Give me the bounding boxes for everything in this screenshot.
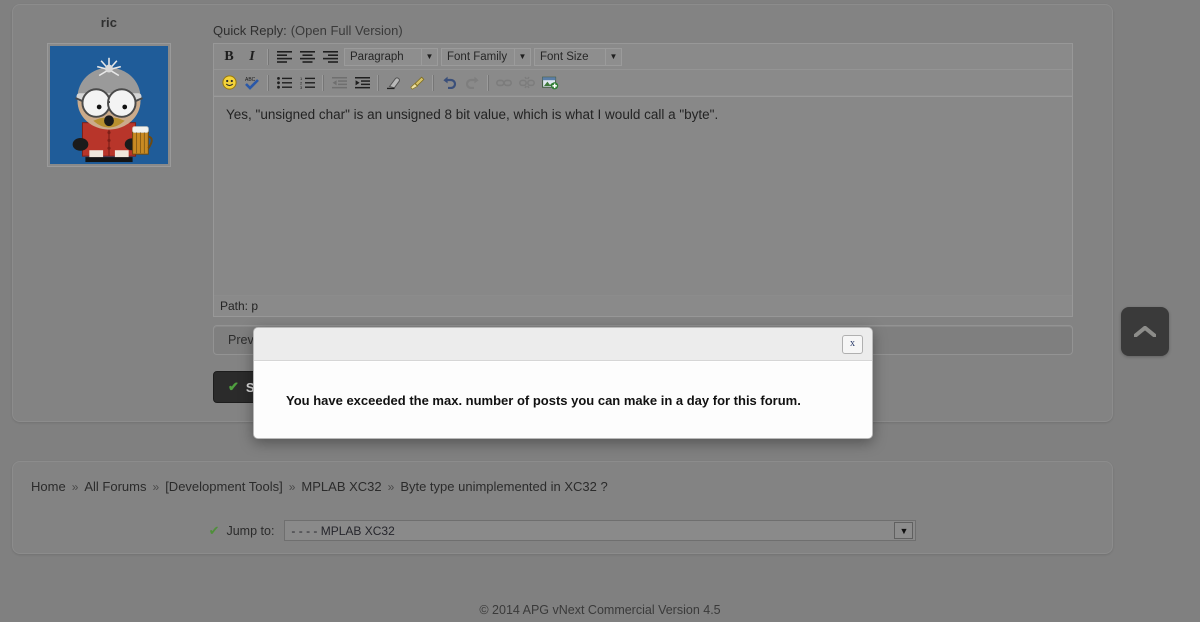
- redo-icon[interactable]: [461, 73, 483, 93]
- breadcrumb-item-development-tools[interactable]: [Development Tools]: [165, 479, 283, 494]
- toolbar-separator: [487, 75, 489, 91]
- quick-reply-label: Quick Reply:: [213, 23, 287, 38]
- chevron-down-icon: ▼: [894, 522, 913, 539]
- editor-content-text: Yes, "unsigned char" is an unsigned 8 bi…: [226, 107, 718, 122]
- link-icon[interactable]: [493, 73, 515, 93]
- font-size-value: Font Size: [535, 51, 594, 63]
- jump-to-row: ✔ Jump to: - - - - MPLAB XC32 ▼: [13, 520, 1112, 541]
- bullet-list-icon[interactable]: [273, 73, 295, 93]
- unlink-icon[interactable]: [516, 73, 538, 93]
- chevron-up-icon: [1134, 326, 1156, 337]
- author-column: ric: [33, 13, 185, 167]
- chevron-down-icon: ▼: [605, 49, 621, 65]
- breadcrumb-item-mplab-xc32[interactable]: MPLAB XC32: [301, 479, 381, 494]
- copyright-text: © 2014 APG vNext Commercial Version 4.5: [479, 603, 720, 617]
- font-family-select[interactable]: Font Family ▼: [441, 48, 531, 66]
- jump-to-select[interactable]: - - - - MPLAB XC32 ▼: [284, 520, 916, 541]
- copyright-footer: © 2014 APG vNext Commercial Version 4.5: [0, 603, 1200, 617]
- svg-text:3: 3: [300, 84, 303, 88]
- breadcrumb: Home » All Forums » [Development Tools] » MPLA…: [31, 479, 608, 494]
- paragraph-format-value: Paragraph: [345, 51, 409, 63]
- footer-nav-panel: Home » All Forums » [Development Tools] » MPLA…: [12, 461, 1113, 554]
- rich-text-editor: B I Paragraph ▼ Font Family ▼: [213, 43, 1073, 317]
- check-icon: ✔: [228, 379, 239, 395]
- insert-image-icon[interactable]: [539, 73, 561, 93]
- breadcrumb-separator: »: [72, 480, 79, 494]
- italic-icon[interactable]: I: [241, 47, 263, 67]
- modal-body: You have exceeded the max. number of pos…: [254, 361, 872, 439]
- bold-icon[interactable]: B: [218, 47, 240, 67]
- modal-header: x: [254, 328, 872, 361]
- scroll-to-top-button[interactable]: [1121, 307, 1169, 356]
- paragraph-format-select[interactable]: Paragraph ▼: [344, 48, 438, 66]
- breadcrumb-item-home[interactable]: Home: [31, 479, 66, 494]
- jump-to-label: Jump to:: [226, 524, 274, 538]
- align-left-icon[interactable]: [273, 47, 295, 67]
- remove-format-icon[interactable]: [383, 73, 405, 93]
- jump-check-icon: ✔: [209, 524, 220, 537]
- open-full-version-link[interactable]: (Open Full Version): [291, 23, 403, 38]
- emoticon-icon[interactable]: [218, 73, 240, 93]
- toolbar-separator: [377, 75, 379, 91]
- breadcrumb-separator: »: [153, 480, 160, 494]
- indent-icon[interactable]: [351, 73, 373, 93]
- breadcrumb-item-all-forums[interactable]: All Forums: [84, 479, 146, 494]
- close-icon[interactable]: x: [842, 335, 863, 354]
- toolbar-separator: [267, 75, 269, 91]
- quick-reply-header: Quick Reply: (Open Full Version): [213, 23, 403, 38]
- align-center-icon[interactable]: [296, 47, 318, 67]
- editor-path-value: Path: p: [220, 299, 258, 313]
- jump-to-selected-value: - - - - MPLAB XC32: [285, 524, 394, 538]
- avatar: [47, 43, 171, 167]
- editor-content-area[interactable]: Yes, "unsigned char" is an unsigned 8 bi…: [214, 96, 1072, 296]
- breadcrumb-item-topic[interactable]: Byte type unimplemented in XC32 ?: [400, 479, 607, 494]
- outdent-icon[interactable]: [328, 73, 350, 93]
- editor-path-bar: Path: p: [214, 296, 1072, 316]
- author-username: ric: [33, 13, 185, 33]
- modal-message: You have exceeded the max. number of pos…: [286, 393, 801, 408]
- dimmed-page-overlay: ric: [0, 0, 1200, 622]
- breadcrumb-separator: »: [289, 480, 296, 494]
- undo-icon[interactable]: [438, 73, 460, 93]
- toolbar-separator: [322, 75, 324, 91]
- spellcheck-icon[interactable]: ABC: [241, 73, 263, 93]
- align-right-icon[interactable]: [319, 47, 341, 67]
- font-family-value: Font Family: [442, 51, 512, 63]
- editor-toolbar-row-1: B I Paragraph ▼ Font Family ▼: [214, 44, 1072, 70]
- numbered-list-icon[interactable]: 123: [296, 73, 318, 93]
- chevron-down-icon: ▼: [421, 49, 437, 65]
- cleanup-broom-icon[interactable]: [406, 73, 428, 93]
- error-modal-dialog: x You have exceeded the max. number of p…: [253, 327, 873, 439]
- avatar-image: [50, 46, 168, 164]
- font-size-select[interactable]: Font Size ▼: [534, 48, 622, 66]
- chevron-down-icon: ▼: [514, 49, 530, 65]
- toolbar-separator: [267, 49, 269, 65]
- breadcrumb-separator: »: [388, 480, 395, 494]
- editor-toolbar-row-2: ABC 123: [214, 70, 1072, 96]
- toolbar-separator: [432, 75, 434, 91]
